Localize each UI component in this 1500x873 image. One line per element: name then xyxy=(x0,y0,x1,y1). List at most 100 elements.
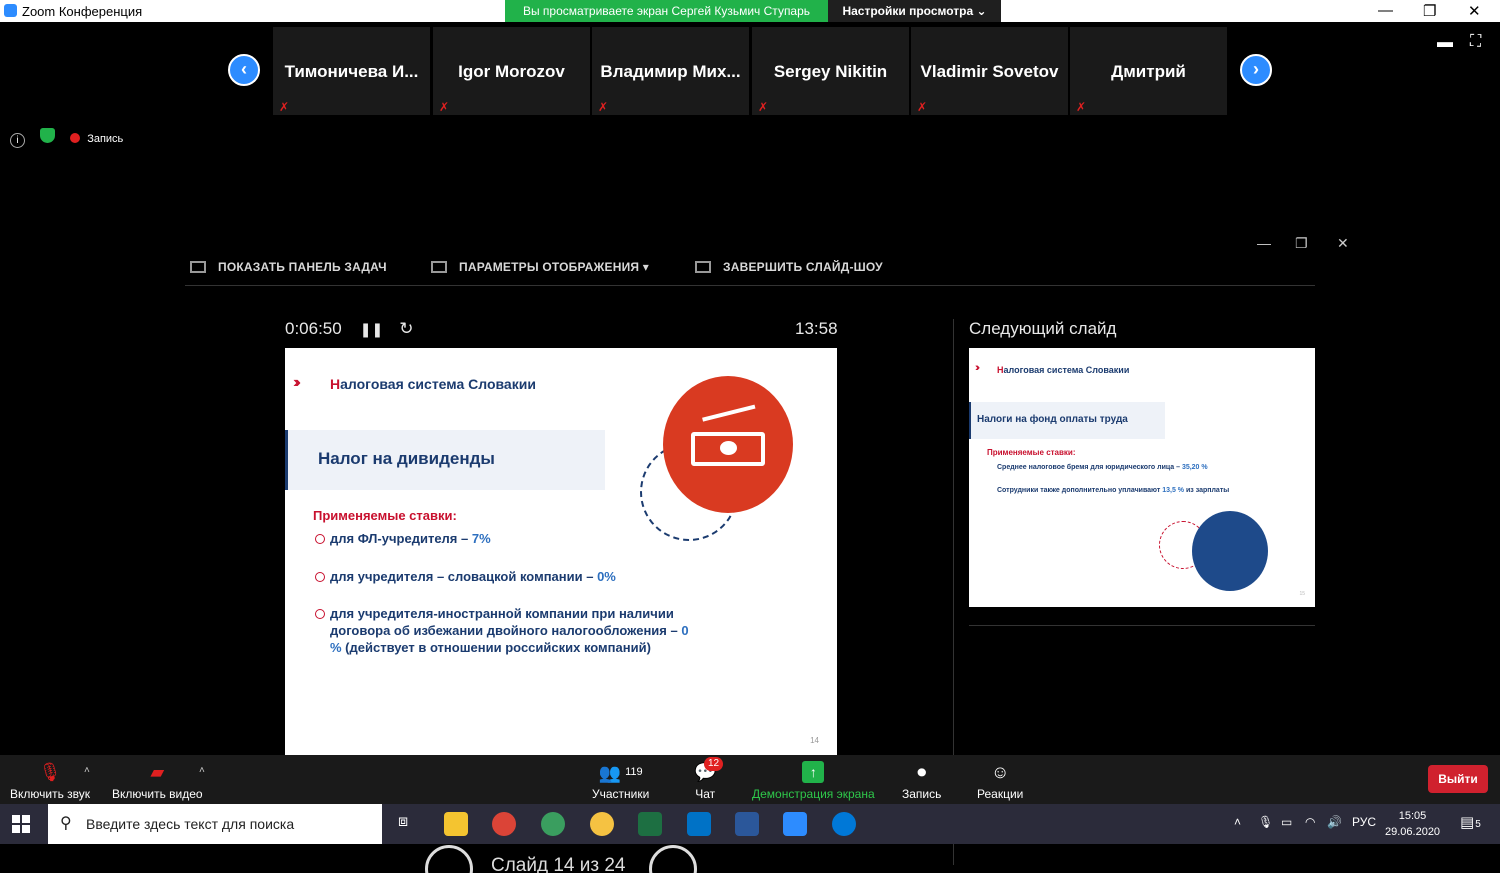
participants-label: Участники xyxy=(592,787,650,801)
prev-participants-button[interactable]: ‹ xyxy=(228,54,260,86)
list-item-text: для ФЛ-учредителя – xyxy=(330,531,472,546)
presenter-minimize-icon[interactable]: — xyxy=(1257,235,1271,251)
record-button[interactable]: ⏺ Запись xyxy=(902,761,941,801)
participant-name: Vladimir Sovetov xyxy=(920,62,1059,81)
participant-tile[interactable]: Igor Morozov ✗ xyxy=(433,27,590,115)
record-label: Запись xyxy=(902,787,942,801)
word-icon[interactable] xyxy=(735,812,759,836)
video-options-caret-icon[interactable]: ˄ xyxy=(199,765,205,776)
participant-tile[interactable]: Sergey Nikitin ✗ xyxy=(752,27,909,115)
taskbar-clock[interactable]: 15:05 29.06.2020 xyxy=(1385,808,1440,840)
list-item: для учредителя – словацкой компании – 0% xyxy=(315,568,616,585)
excel-icon[interactable] xyxy=(638,812,662,836)
next-slide-label: Следующий слайд xyxy=(969,319,1117,338)
next-slide-page-number: 15 xyxy=(1299,591,1305,597)
meeting-status: i Запись xyxy=(10,128,123,148)
muted-mic-icon: ✗ xyxy=(597,100,609,114)
edge-icon[interactable] xyxy=(832,812,856,836)
elapsed-timer: 0:06:50 ❚❚ ↻ xyxy=(285,319,413,339)
chevron-logo-icon: ››› xyxy=(975,362,980,374)
end-slideshow-button[interactable]: ЗАВЕРШИТЬ СЛАЙД-ШОУ xyxy=(695,260,883,274)
leave-button[interactable]: Выйти xyxy=(1428,765,1488,793)
pause-icon[interactable]: ❚❚ xyxy=(360,321,383,337)
start-video-label: Включить видео xyxy=(112,787,203,801)
notifications-icon[interactable]: ▤5 xyxy=(1460,813,1481,831)
participant-name: Sergey Nikitin xyxy=(773,62,888,81)
taskbar-time: 15:05 xyxy=(1398,810,1427,822)
wifi-icon[interactable]: ◠ xyxy=(1305,815,1315,829)
participants-count: 119 xyxy=(625,766,643,778)
reactions-button[interactable]: ☺ Реакции xyxy=(977,761,1023,801)
next-list-item-text: Среднее налоговое бремя для юридического… xyxy=(997,464,1182,471)
windows-start-icon[interactable] xyxy=(12,815,30,833)
money-icon xyxy=(691,432,765,466)
tray-chevron-icon[interactable]: ˄ xyxy=(1234,815,1241,829)
audio-options-caret-icon[interactable]: ˄ xyxy=(84,765,90,776)
prev-slide-button[interactable] xyxy=(425,845,473,873)
participant-tile[interactable]: Тимоничева И... ✗ xyxy=(273,27,430,115)
task-view-icon[interactable]: ⧈ xyxy=(398,813,408,831)
participants-button[interactable]: 👥 119 Участники xyxy=(592,761,649,801)
security-shield-icon[interactable] xyxy=(40,128,56,143)
next-rates-subtitle: Применяемые ставки: xyxy=(987,448,1076,457)
reset-timer-icon[interactable]: ↻ xyxy=(399,319,413,338)
presenter-close-icon[interactable]: ✕ xyxy=(1337,235,1349,252)
participant-tile[interactable]: Дмитрий ✗ xyxy=(1070,27,1227,115)
participant-strip: ‹ Тимоничева И... ✗ Igor Morozov ✗ Владими… xyxy=(0,22,1500,115)
volume-icon[interactable]: 🔊 xyxy=(1327,815,1342,829)
1c-icon[interactable] xyxy=(590,812,614,836)
muted-mic-icon: ✗ xyxy=(916,100,928,114)
next-slide-title: Налоговая система Словакии xyxy=(997,365,1129,375)
file-explorer-icon[interactable] xyxy=(444,812,468,836)
muted-mic-icon: 🎙 xyxy=(38,762,62,782)
video-off-icon: ▰ xyxy=(150,762,165,782)
next-list-item-tail: из зарплаты xyxy=(1184,487,1230,494)
close-icon[interactable]: ✕ xyxy=(1468,2,1481,20)
current-time: 13:58 xyxy=(795,319,838,338)
info-icon[interactable]: i xyxy=(10,133,25,148)
start-video-button[interactable]: ▰ Включить видео xyxy=(112,761,203,801)
chat-button[interactable]: 💬 12 Чат xyxy=(694,757,724,801)
divider xyxy=(969,625,1315,626)
unmute-button[interactable]: 🎙 Включить звук xyxy=(10,761,90,801)
display-settings-button[interactable]: ПАРАМЕТРЫ ОТОБРАЖЕНИЯ ▾ xyxy=(431,260,649,274)
next-slide-heading: Налоги на фонд оплаты труда xyxy=(977,414,1128,425)
next-list-item-value: 35,20 % xyxy=(1181,464,1208,471)
end-slideshow-label: ЗАВЕРШИТЬ СЛАЙД-ШОУ xyxy=(723,260,883,274)
maximize-icon[interactable]: ❐ xyxy=(1423,2,1436,20)
fullscreen-icon[interactable]: ⛶ xyxy=(1470,33,1481,51)
participant-tile[interactable]: Vladimir Sovetov ✗ xyxy=(911,27,1068,115)
muted-mic-icon: ✗ xyxy=(757,100,769,114)
minimize-icon[interactable]: — xyxy=(1378,2,1393,19)
layout-icon[interactable]: ▬ xyxy=(1437,34,1453,52)
muted-mic-icon: ✗ xyxy=(1075,100,1087,114)
elapsed-time: 0:06:50 xyxy=(285,319,342,338)
settings-icon xyxy=(431,261,447,273)
rates-subtitle: Применяемые ставки: xyxy=(313,508,457,523)
next-slide-button[interactable] xyxy=(649,845,697,873)
list-item-text: для учредителя – словацкой компании – xyxy=(330,569,598,584)
share-screen-button[interactable]: ↑ Демонстрация экрана xyxy=(752,761,875,801)
chrome-icon[interactable] xyxy=(492,812,516,836)
shared-screen: i Запись ПОКАЗАТЬ ПАНЕЛЬ ЗАДАЧ ПАРАМЕТРЫ… xyxy=(0,115,1500,873)
search-icon: ⚲ xyxy=(60,815,72,832)
taskbar-date: 29.06.2020 xyxy=(1385,826,1441,838)
participant-tile[interactable]: Владимир Мих... ✗ xyxy=(592,27,749,115)
language-indicator[interactable]: РУС xyxy=(1352,815,1376,829)
next-participants-button[interactable]: › xyxy=(1240,54,1272,86)
battery-icon[interactable]: ▭ xyxy=(1281,815,1292,829)
presenter-restore-icon[interactable]: ❐ xyxy=(1295,235,1308,252)
browser-icon[interactable] xyxy=(541,812,565,836)
zoom-logo-icon xyxy=(4,4,17,17)
participants-icon: 👥 119 xyxy=(598,763,643,783)
show-taskbar-button[interactable]: ПОКАЗАТЬ ПАНЕЛЬ ЗАДАЧ xyxy=(190,260,387,274)
tray-mic-icon[interactable]: 🎙 xyxy=(1258,815,1273,829)
next-slide-preview[interactable]: ››› Налоговая система Словакии Налоги на… xyxy=(969,348,1315,607)
chat-label: Чат xyxy=(695,787,716,801)
taskbar-search[interactable]: ⚲ Введите здесь текст для поиска xyxy=(48,804,382,844)
view-options-button[interactable]: Настройки просмотра ⌄ xyxy=(828,0,1001,22)
outlook-icon[interactable] xyxy=(687,812,711,836)
end-slideshow-icon xyxy=(695,261,711,273)
zoom-taskbar-icon[interactable] xyxy=(783,812,807,836)
participant-name: Igor Morozov xyxy=(458,62,565,81)
